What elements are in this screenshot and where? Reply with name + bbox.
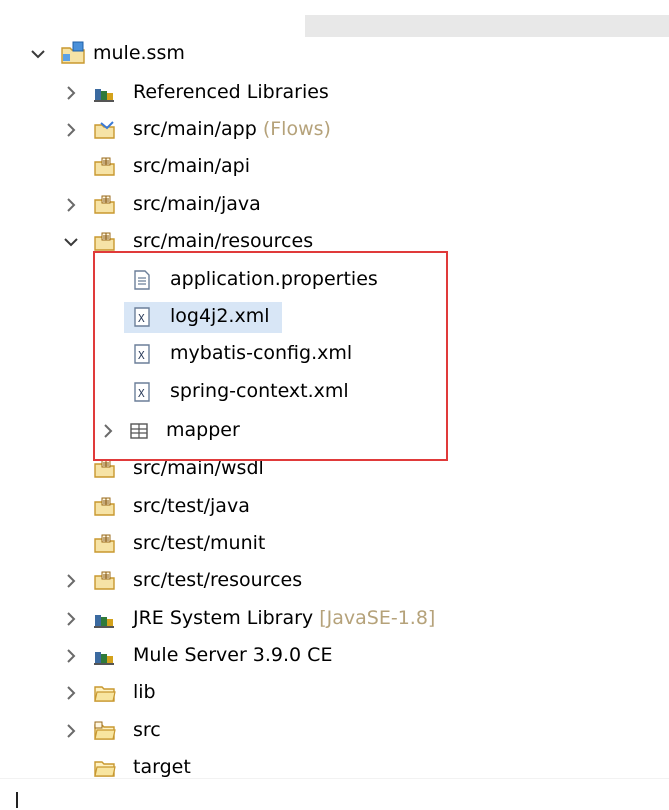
tree-item-label: src/main/api (133, 155, 250, 177)
folder-icon (93, 757, 117, 778)
tree-item-label: src (133, 719, 161, 741)
tree-row-project[interactable]: mule.ssm (0, 38, 669, 70)
divider (0, 778, 669, 779)
tree-item-label: Referenced Libraries (133, 81, 329, 103)
tree-row-src-test-resources[interactable]: src/test/resources (0, 565, 669, 597)
tree-row-mule-server[interactable]: Mule Server 3.9.0 CE (0, 640, 669, 672)
tree-row-src-test-java[interactable]: src/test/java (0, 491, 669, 523)
source-folder-icon (93, 720, 117, 742)
tree-row-src-test-munit[interactable]: src/test/munit (0, 528, 669, 560)
package-folder-icon (93, 231, 117, 253)
tree-item-decoration: [JavaSE-1.8] (319, 607, 436, 629)
package-folder-icon (93, 496, 117, 518)
tree-item-label: src/test/munit (133, 532, 266, 554)
library-icon (93, 645, 117, 667)
library-icon (93, 82, 117, 104)
tree-item-label: src/test/resources (133, 569, 303, 591)
chevron-right-icon[interactable] (63, 197, 79, 213)
tree-item-label: src/test/java (133, 495, 250, 517)
tree-item-label: src/main/resources (133, 230, 314, 252)
tree-row-src[interactable]: src (0, 715, 669, 747)
chevron-right-icon[interactable] (63, 85, 79, 101)
tree-item-label: src/main/app (Flows) (133, 118, 331, 140)
tree-row-src-main-app[interactable]: src/main/app (Flows) (0, 114, 669, 146)
tree-item-label: JRE System Library [JavaSE-1.8] (133, 607, 436, 629)
package-folder-icon (93, 533, 117, 555)
tree-item-label: src/main/java (133, 193, 261, 215)
tree-row-referenced-libraries[interactable]: Referenced Libraries (0, 77, 669, 109)
folder-icon (93, 682, 117, 704)
text-cursor (16, 792, 18, 808)
project-icon (60, 40, 86, 66)
package-folder-icon (93, 194, 117, 216)
chevron-down-icon[interactable] (63, 234, 79, 250)
package-folder-icon (93, 156, 117, 178)
tree-item-label: Mule Server 3.9.0 CE (133, 644, 333, 666)
project-label: mule.ssm (93, 42, 185, 64)
tree-item-label: target (133, 756, 191, 778)
tree-item-label: lib (133, 681, 156, 703)
chevron-right-icon[interactable] (63, 685, 79, 701)
highlight-box (93, 251, 448, 461)
chevron-right-icon[interactable] (63, 122, 79, 138)
package-folder-icon (93, 570, 117, 592)
package-folder-icon (93, 458, 117, 480)
chevron-right-icon[interactable] (63, 611, 79, 627)
tree-row-src-main-api[interactable]: src/main/api (0, 151, 669, 183)
chevron-right-icon[interactable] (63, 573, 79, 589)
tree-row-jre-system-library[interactable]: JRE System Library [JavaSE-1.8] (0, 603, 669, 635)
tree-row-src-main-java[interactable]: src/main/java (0, 189, 669, 221)
app-folder-icon (93, 119, 117, 141)
view-toolbar-strip (305, 15, 669, 37)
tree-row-lib[interactable]: lib (0, 677, 669, 709)
chevron-down-icon[interactable] (30, 46, 46, 62)
tree-row-target[interactable]: target (0, 752, 669, 778)
chevron-right-icon[interactable] (63, 723, 79, 739)
library-icon (93, 608, 117, 630)
chevron-right-icon[interactable] (63, 648, 79, 664)
tree-item-decoration: (Flows) (262, 118, 331, 140)
